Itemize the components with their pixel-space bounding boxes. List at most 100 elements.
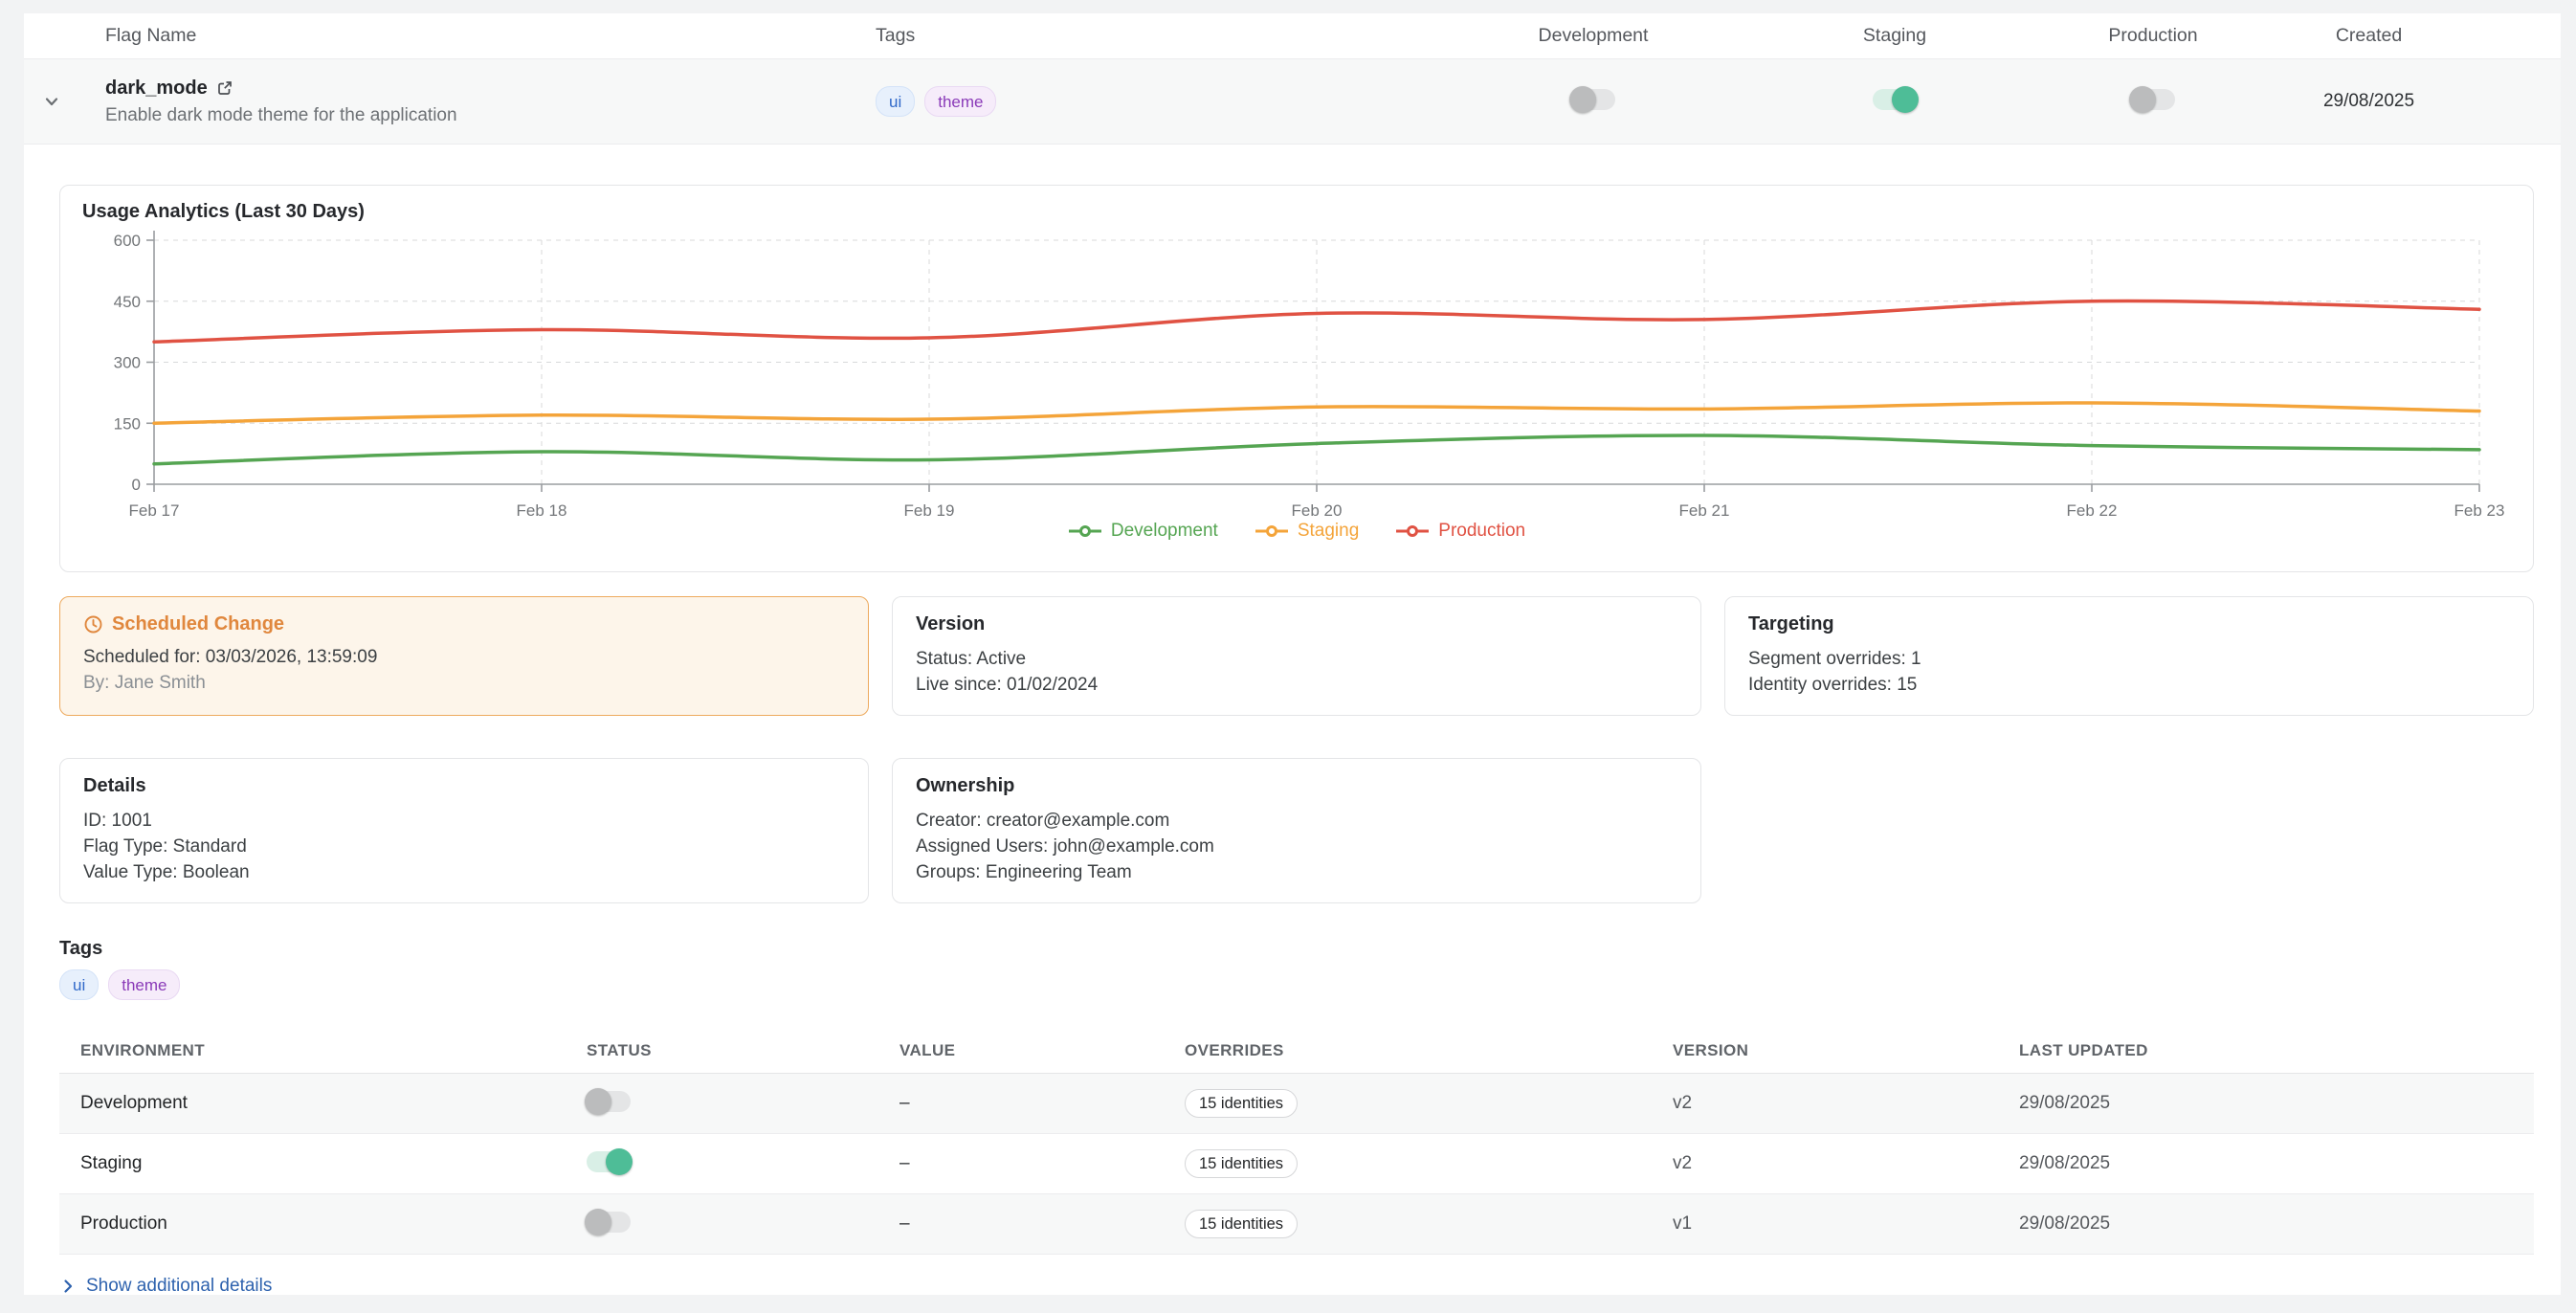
- ownership-card-title: Ownership: [916, 775, 1677, 797]
- card-line: Live since: 01/02/2024: [916, 672, 1677, 698]
- toggle-knob: [1569, 86, 1596, 113]
- ownership-card: Ownership Creator: creator@example.comAs…: [892, 758, 1701, 903]
- legend-item-production[interactable]: Production: [1395, 521, 1525, 542]
- card-line: Identity overrides: 15: [1748, 672, 2510, 698]
- details-card-lines: ID: 1001Flag Type: StandardValue Type: B…: [83, 808, 845, 885]
- legend-label: Development: [1111, 521, 1218, 542]
- production-toggle[interactable]: [2131, 89, 2175, 110]
- details-card-title: Details: [83, 775, 845, 797]
- environment-row-production: Production –15 identities v129/08/2025: [59, 1194, 2534, 1255]
- card-line: ID: 1001: [83, 808, 845, 834]
- environment-table-body: Development–15 identitiesv229/08/2025Sta…: [59, 1074, 2534, 1255]
- series-line-development: [154, 435, 2479, 464]
- flag-created-date: 29/08/2025: [2263, 91, 2561, 112]
- environment-name: Production: [59, 1213, 587, 1235]
- chart-legend: Development Staging Production: [60, 521, 2533, 542]
- environment-value: –: [899, 1153, 1185, 1174]
- col-version: VERSION: [1673, 1041, 2019, 1060]
- identities-overrides-pill[interactable]: 15 identities: [1185, 1210, 1298, 1238]
- environment-table: ENVIRONMENT STATUS VALUE OVERRIDES VERSI…: [59, 1029, 2534, 1255]
- col-development: Development: [1440, 25, 1746, 47]
- legend-marker-icon: [1395, 524, 1430, 538]
- tag-ui[interactable]: ui: [59, 969, 99, 1000]
- targeting-card-lines: Segment overrides: 1Identity overrides: …: [1748, 646, 2510, 698]
- card-line: Creator: creator@example.com: [916, 808, 1677, 834]
- svg-text:Feb 22: Feb 22: [2067, 501, 2118, 520]
- development-toggle[interactable]: [1571, 89, 1615, 110]
- card-line: Value Type: Boolean: [83, 859, 845, 885]
- development-status-toggle[interactable]: [587, 1091, 631, 1112]
- usage-analytics-card: Usage Analytics (Last 30 Days) 015030045…: [59, 185, 2534, 572]
- legend-label: Staging: [1298, 521, 1359, 542]
- toggle-knob: [1892, 86, 1919, 113]
- staging-toggle[interactable]: [1873, 89, 1917, 110]
- scheduled-change-title: Scheduled Change: [112, 613, 284, 635]
- svg-text:Feb 23: Feb 23: [2454, 501, 2505, 520]
- environment-name: Staging: [59, 1153, 587, 1174]
- card-line: Segment overrides: 1: [1748, 646, 2510, 672]
- legend-item-development[interactable]: Development: [1068, 521, 1218, 542]
- svg-text:150: 150: [114, 414, 141, 433]
- external-link-icon[interactable]: [216, 79, 233, 97]
- flag-row: dark_mode Enable dark mode theme for the…: [24, 59, 2561, 145]
- environment-table-header: ENVIRONMENT STATUS VALUE OVERRIDES VERSI…: [59, 1029, 2534, 1074]
- identities-overrides-pill[interactable]: 15 identities: [1185, 1149, 1298, 1178]
- col-environment: ENVIRONMENT: [59, 1041, 587, 1060]
- svg-text:Feb 20: Feb 20: [1292, 501, 1343, 520]
- col-production: Production: [2043, 25, 2263, 47]
- tag-ui[interactable]: ui: [876, 86, 915, 117]
- chevron-down-icon: [41, 91, 62, 112]
- flag-name[interactable]: dark_mode: [105, 78, 208, 100]
- environment-last-updated: 29/08/2025: [2019, 1213, 2534, 1235]
- show-additional-details-link[interactable]: Show additional details: [59, 1276, 272, 1297]
- clock-icon: [83, 614, 103, 634]
- production-status-toggle[interactable]: [587, 1212, 631, 1233]
- ownership-card-lines: Creator: creator@example.comAssigned Use…: [916, 808, 1677, 885]
- environment-last-updated: 29/08/2025: [2019, 1153, 2534, 1174]
- legend-label: Production: [1438, 521, 1525, 542]
- info-cards-row-2: Details ID: 1001Flag Type: StandardValue…: [59, 758, 2534, 903]
- tag-theme[interactable]: theme: [924, 86, 996, 117]
- tag-theme[interactable]: theme: [108, 969, 180, 1000]
- toggle-knob: [585, 1088, 611, 1115]
- col-overrides: OVERRIDES: [1185, 1041, 1673, 1060]
- col-staging: Staging: [1746, 25, 2043, 47]
- version-card: Version Status: ActiveLive since: 01/02/…: [892, 596, 1701, 716]
- svg-text:0: 0: [132, 476, 141, 494]
- col-value: VALUE: [899, 1041, 1185, 1060]
- environment-value: –: [899, 1213, 1185, 1235]
- identities-overrides-pill[interactable]: 15 identities: [1185, 1089, 1298, 1118]
- card-line: Groups: Engineering Team: [916, 859, 1677, 885]
- usage-analytics-chart: 0150300450600Feb 17Feb 18Feb 19Feb 20Feb…: [60, 186, 2535, 573]
- col-last-updated: LAST UPDATED: [2019, 1041, 2534, 1060]
- content-area: Usage Analytics (Last 30 Days) 015030045…: [24, 185, 2561, 1300]
- environment-row-development: Development –15 identities v229/08/2025: [59, 1074, 2534, 1134]
- col-created: Created: [2263, 25, 2561, 47]
- targeting-card-title: Targeting: [1748, 613, 2510, 635]
- page: { "flag_table": { "columns": ["Flag Name…: [0, 0, 2576, 1313]
- col-status: STATUS: [587, 1041, 899, 1060]
- environment-version: v2: [1673, 1153, 2019, 1174]
- svg-text:Feb 21: Feb 21: [1679, 501, 1730, 520]
- tags-section-title: Tags: [59, 938, 2534, 960]
- environment-value: –: [899, 1093, 1185, 1114]
- environment-last-updated: 29/08/2025: [2019, 1093, 2534, 1114]
- version-card-lines: Status: ActiveLive since: 01/02/2024: [916, 646, 1677, 698]
- svg-text:Feb 19: Feb 19: [904, 501, 955, 520]
- expand-flag-button[interactable]: [39, 89, 64, 114]
- legend-item-staging[interactable]: Staging: [1255, 521, 1359, 542]
- svg-text:300: 300: [114, 354, 141, 372]
- toggle-knob: [606, 1148, 633, 1175]
- col-tags: Tags: [876, 25, 1440, 47]
- environment-version: v2: [1673, 1093, 2019, 1114]
- card-line: Flag Type: Standard: [83, 834, 845, 859]
- legend-marker-icon: [1255, 524, 1289, 538]
- toggle-knob: [2129, 86, 2156, 113]
- scheduled-change-card: Scheduled Change Scheduled for: 03/03/20…: [59, 596, 869, 716]
- empty-card-slot: [1724, 758, 2534, 903]
- environment-version: v1: [1673, 1213, 2019, 1235]
- flag-name-block: dark_mode Enable dark mode theme for the…: [105, 78, 876, 126]
- svg-text:450: 450: [114, 293, 141, 311]
- environment-name: Development: [59, 1093, 587, 1114]
- staging-status-toggle[interactable]: [587, 1151, 631, 1172]
